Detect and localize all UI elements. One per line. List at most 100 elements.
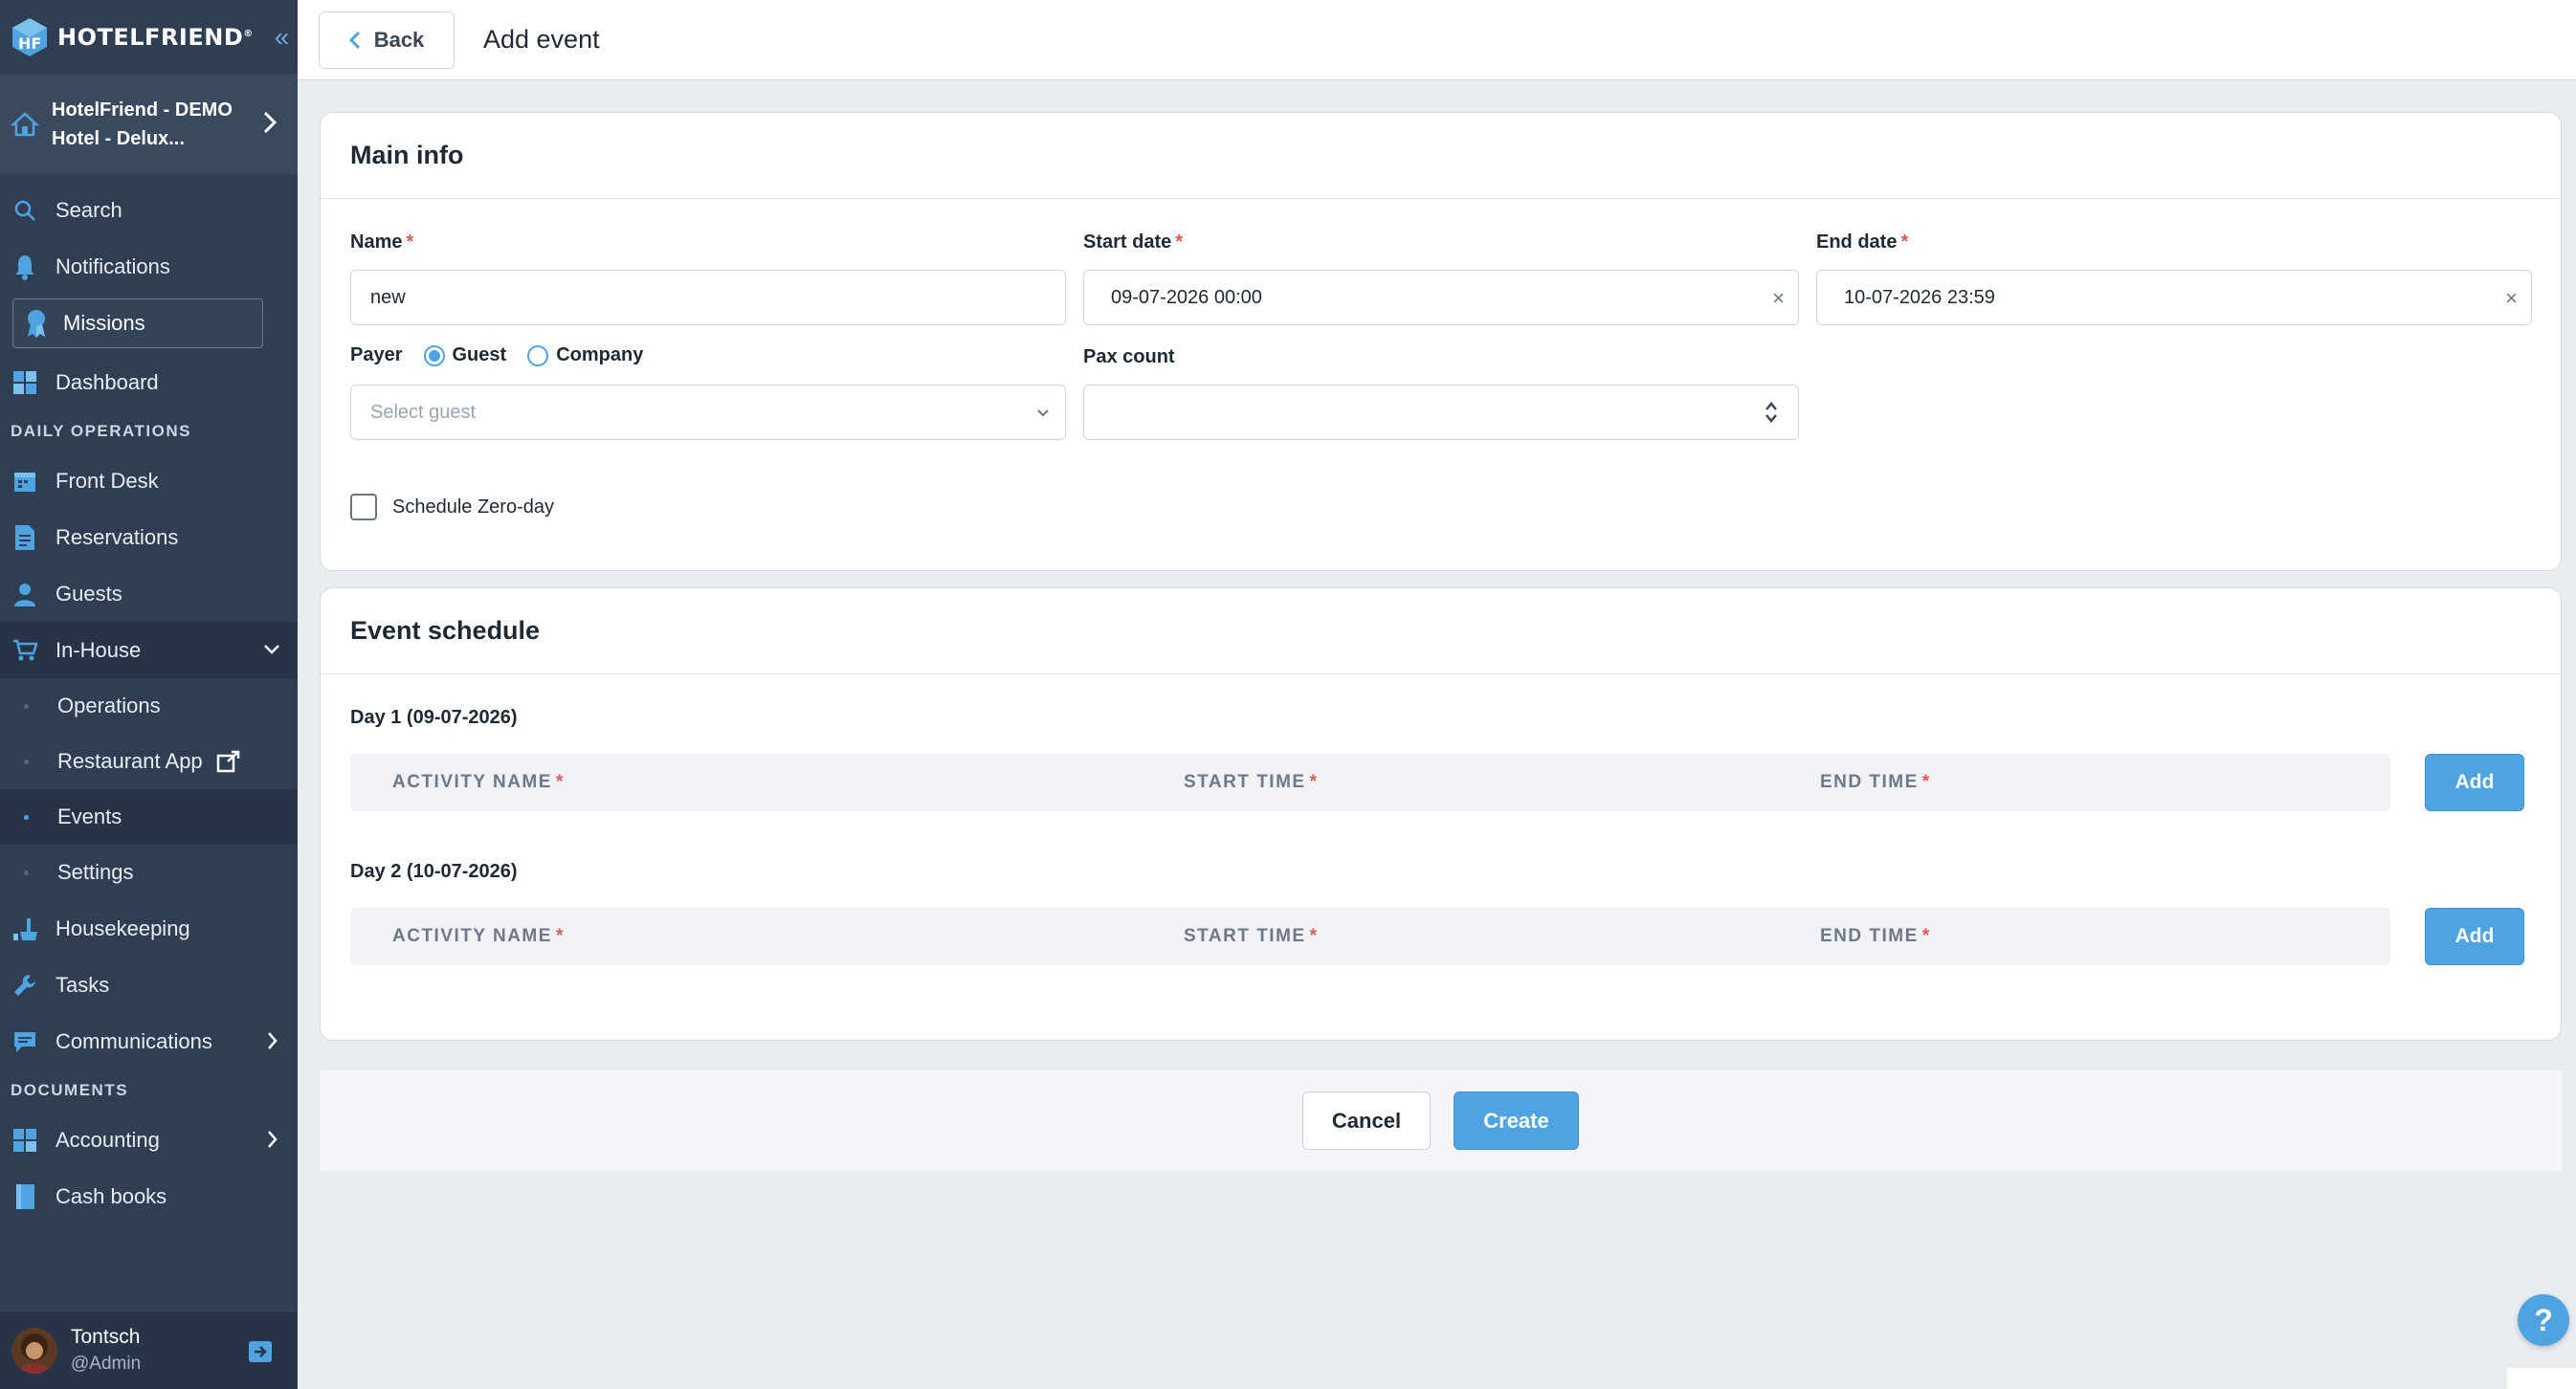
nav-guests[interactable]: Guests (0, 565, 298, 622)
nav-search[interactable]: Search (0, 182, 298, 238)
nav-search-label: Search (56, 197, 122, 222)
name-input[interactable]: new (350, 270, 1066, 325)
day-1-add-button[interactable]: Add (2425, 754, 2524, 811)
missions-label: Missions (63, 311, 145, 335)
nav-communications[interactable]: Communications (0, 1013, 298, 1069)
day-2-table-header: ACTIVITY NAME * START TIME * END TIME * (350, 908, 2390, 965)
payer-company-radio[interactable] (527, 344, 549, 366)
section-daily-operations: DAILY OPERATIONS (11, 422, 191, 440)
user-profile[interactable]: Tontsch @Admin (0, 1311, 298, 1389)
nav-notifications[interactable]: Notifications (0, 238, 298, 295)
main-info-title: Main info (321, 113, 2561, 199)
activity-name-column: ACTIVITY NAME * (392, 926, 565, 946)
clear-end-date-icon[interactable]: × (2505, 286, 2518, 311)
brand-name: HOTELFRIEND® (57, 24, 254, 51)
schedule-zero-day-checkbox[interactable] (350, 494, 377, 520)
main-info-card: Main info Name * new Start date * 09-07-20… (320, 112, 2562, 571)
user-role: @Admin (71, 1353, 142, 1374)
chevron-down-icon (264, 645, 279, 654)
page-title: Add event (483, 25, 600, 54)
nav-events[interactable]: Events (0, 789, 298, 845)
avatar (11, 1327, 57, 1374)
payer-group: Payer Guest Company (350, 344, 643, 366)
nav-accounting[interactable]: Accounting (0, 1112, 298, 1168)
bell-icon (11, 254, 38, 280)
nav-operations-label: Operations (57, 694, 161, 717)
nav-tasks[interactable]: Tasks (0, 957, 298, 1013)
sidebar: HF HOTELFRIEND® « HotelFriend - DEMO Hot… (0, 0, 298, 1389)
schedule-zero-day-label: Schedule Zero-day (392, 496, 554, 518)
nav-dashboard[interactable]: Dashboard (0, 354, 298, 410)
hotelfriend-logo-icon: HF (12, 18, 47, 56)
guest-select[interactable]: Select guest (350, 385, 1066, 440)
payer-label: Payer (350, 344, 403, 365)
end-time-column: END TIME * (1820, 772, 1931, 792)
svg-text:HF: HF (18, 34, 41, 53)
help-button[interactable]: ? (2518, 1294, 2569, 1346)
pax-count-label: Pax count (1083, 346, 1175, 367)
start-date-input[interactable]: 09-07-2026 00:00 × (1083, 270, 1799, 325)
hotel-selector[interactable]: HotelFriend - DEMO Hotel - Delux... (0, 75, 298, 174)
top-bar: Back Add event (298, 0, 2576, 80)
activity-name-column: ACTIVITY NAME * (392, 772, 565, 792)
nav-guests-label: Guests (56, 581, 122, 606)
day-1-table-header: ACTIVITY NAME * START TIME * END TIME * (350, 754, 2390, 811)
schedule-zero-day[interactable]: Schedule Zero-day (350, 494, 554, 520)
payer-company-label[interactable]: Company (556, 344, 643, 366)
corner-panel (2507, 1368, 2576, 1389)
missions-button[interactable]: Missions (12, 298, 263, 348)
nav-dashboard-label: Dashboard (56, 369, 159, 394)
nav-housekeeping[interactable]: Housekeeping (0, 900, 298, 957)
payer-guest-radio[interactable] (423, 344, 445, 366)
nav-tasks-label: Tasks (56, 972, 110, 997)
nav-communications-label: Communications (56, 1028, 212, 1053)
day-2-label: Day 2 (10-07-2026) (350, 861, 518, 882)
grid-icon (11, 1127, 38, 1154)
nav-operations[interactable]: Operations (0, 678, 298, 734)
nav-in-house-label: In-House (56, 637, 142, 662)
clear-start-date-icon[interactable]: × (1772, 286, 1785, 311)
nav-reservations-label: Reservations (56, 524, 179, 549)
back-button-label: Back (373, 27, 425, 52)
document-icon (11, 524, 38, 551)
pax-count-input[interactable] (1083, 385, 1799, 440)
start-date-label: Start date * (1083, 232, 1184, 253)
nav-accounting-label: Accounting (56, 1127, 160, 1152)
nav-reservations[interactable]: Reservations (0, 509, 298, 565)
chevron-left-icon (348, 31, 360, 49)
stepper-icon[interactable] (1764, 399, 1779, 426)
nav-front-desk-label: Front Desk (56, 468, 159, 493)
nav-restaurant-app[interactable]: Restaurant App (0, 734, 298, 789)
nav-restaurant-app-label: Restaurant App (57, 749, 203, 773)
nav-cash-books-label: Cash books (56, 1183, 167, 1208)
nav-cash-books[interactable]: Cash books (0, 1168, 298, 1224)
broom-icon (11, 915, 38, 942)
cart-icon (11, 637, 38, 664)
create-button[interactable]: Create (1454, 1091, 1579, 1150)
nav-events-label: Events (57, 805, 122, 828)
back-button[interactable]: Back (319, 11, 455, 69)
form-actions: Cancel Create (320, 1070, 2562, 1171)
user-info: Tontsch @Admin (71, 1324, 141, 1378)
home-icon (10, 112, 40, 137)
collapse-sidebar-icon[interactable]: « (275, 24, 290, 51)
search-icon (11, 197, 38, 224)
nav-housekeeping-label: Housekeeping (56, 915, 190, 940)
name-label: Name * (350, 232, 414, 253)
day-2-add-button[interactable]: Add (2425, 908, 2524, 965)
user-icon (11, 581, 38, 607)
calendar-icon (11, 468, 38, 495)
end-date-input[interactable]: 10-07-2026 23:59 × (1816, 270, 2532, 325)
section-documents: DOCUMENTS (11, 1081, 129, 1099)
payer-guest-label[interactable]: Guest (453, 344, 507, 366)
chevron-right-icon (268, 1131, 278, 1148)
cancel-button[interactable]: Cancel (1302, 1091, 1431, 1150)
nav-front-desk[interactable]: Front Desk (0, 452, 298, 509)
nav-settings[interactable]: Settings (0, 845, 298, 900)
nav-notifications-label: Notifications (56, 254, 170, 278)
external-link-icon (216, 750, 239, 773)
nav-in-house[interactable]: In-House (0, 622, 298, 678)
wrench-icon (11, 972, 38, 999)
logout-icon[interactable] (248, 1340, 273, 1363)
hotel-name: HotelFriend - DEMO Hotel - Delux... (52, 99, 233, 149)
